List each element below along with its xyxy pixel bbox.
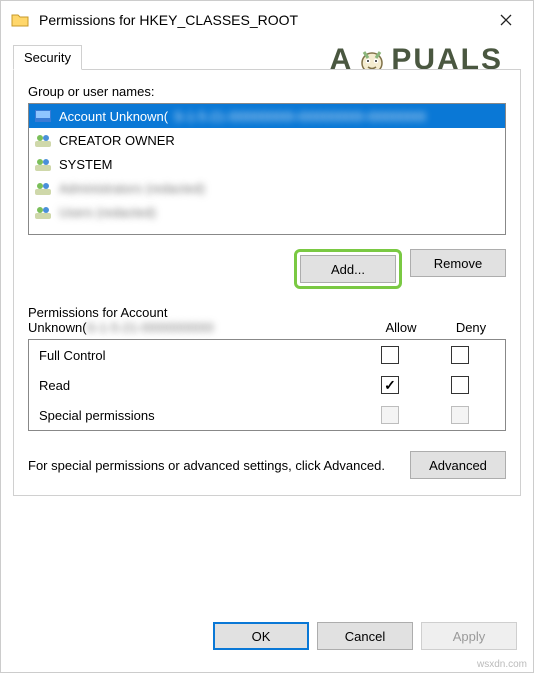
security-panel: Group or user names: Account Unknown( S-… (13, 69, 521, 496)
perm-row-read: Read (29, 370, 505, 400)
list-item[interactable]: Users (redacted) (29, 200, 505, 224)
advanced-row: For special permissions or advanced sett… (28, 451, 506, 479)
group-names-label: Group or user names: (28, 84, 506, 99)
remove-button[interactable]: Remove (410, 249, 506, 277)
list-item[interactable]: Account Unknown( S-1-5-21-000000000-0000… (29, 104, 505, 128)
cancel-button[interactable]: Cancel (317, 622, 413, 650)
ok-button[interactable]: OK (213, 622, 309, 650)
group-user-list[interactable]: Account Unknown( S-1-5-21-000000000-0000… (28, 103, 506, 235)
allow-special-checkbox (381, 406, 399, 424)
deny-full-control-checkbox[interactable] (451, 346, 469, 364)
group-icon (33, 132, 53, 148)
deny-read-checkbox[interactable] (451, 376, 469, 394)
tab-strip: Security (1, 39, 533, 70)
tab-security[interactable]: Security (13, 45, 82, 70)
close-icon (500, 14, 512, 26)
add-remove-row: Add... Remove (28, 249, 506, 289)
perm-label: Read (39, 378, 355, 393)
deny-special-checkbox (451, 406, 469, 424)
add-button[interactable]: Add... (300, 255, 396, 283)
list-item-label: CREATOR OWNER (59, 133, 175, 148)
allow-full-control-checkbox[interactable] (381, 346, 399, 364)
advanced-button[interactable]: Advanced (410, 451, 506, 479)
allow-read-checkbox[interactable] (381, 376, 399, 394)
list-item-label: Users (redacted) (59, 205, 156, 220)
permissions-dialog: Permissions for HKEY_CLASSES_ROOT A PUAL… (0, 0, 534, 673)
deny-column-header: Deny (436, 320, 506, 335)
permissions-header: Permissions for Account Unknown(S-1-5-21… (28, 305, 506, 335)
window-title: Permissions for HKEY_CLASSES_ROOT (39, 12, 483, 28)
group-icon (33, 204, 53, 220)
allow-column-header: Allow (366, 320, 436, 335)
dialog-button-bar: OK Cancel Apply (1, 608, 533, 672)
apply-button[interactable]: Apply (421, 622, 517, 650)
perm-row-special: Special permissions (29, 400, 505, 430)
list-item-label: SYSTEM (59, 157, 112, 172)
perm-row-full-control: Full Control (29, 340, 505, 370)
permissions-for-line1: Permissions for Account (28, 305, 366, 320)
list-item[interactable]: Administrators (redacted) (29, 176, 505, 200)
add-highlight: Add... (294, 249, 402, 289)
permissions-for-line2: Unknown(S-1-5-21-0000000000 (28, 320, 366, 335)
perm-label: Special permissions (39, 408, 355, 423)
group-icon (33, 156, 53, 172)
permissions-for-label: Permissions for Account Unknown(S-1-5-21… (28, 305, 366, 335)
user-icon (33, 108, 53, 124)
permissions-list: Full Control Read Special permissions (28, 339, 506, 431)
redacted-text: S-1-5-21-000000000-000000000-00000000 (174, 109, 426, 124)
advanced-text: For special permissions or advanced sett… (28, 458, 400, 473)
redacted-text: S-1-5-21-0000000000 (87, 320, 214, 335)
list-item[interactable]: SYSTEM (29, 152, 505, 176)
perm-label: Full Control (39, 348, 355, 363)
close-button[interactable] (483, 4, 529, 36)
folder-icon (11, 11, 29, 29)
source-tag: wsxdn.com (477, 659, 527, 670)
group-icon (33, 180, 53, 196)
list-item-label: Administrators (redacted) (59, 181, 205, 196)
list-item-label: Account Unknown( (59, 109, 168, 124)
list-item[interactable]: CREATOR OWNER (29, 128, 505, 152)
titlebar: Permissions for HKEY_CLASSES_ROOT (1, 1, 533, 39)
